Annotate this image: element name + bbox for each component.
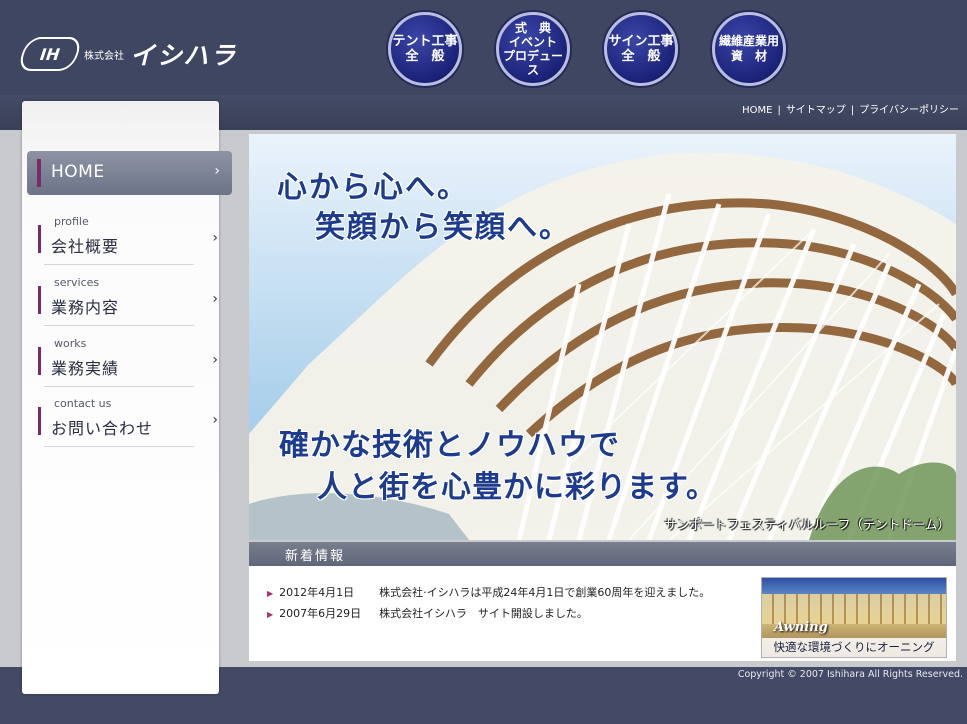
news-header: 新着情報	[249, 542, 956, 566]
news-panel: ▶ 2012年4月1日 株式会社·イシハラは平成24年4月1日で創業60周年を迎えま…	[249, 566, 956, 661]
chevron-right-icon: ›	[212, 352, 218, 368]
copyright: Copyright © 2007 Ishihara All Rights Res…	[737, 669, 963, 680]
hero-headline-1: 心から心へ。	[277, 170, 469, 205]
link-separator: |	[777, 105, 781, 116]
category-button-textile[interactable]: 繊維産業用 資 材	[712, 12, 786, 86]
hero-headline-3: 確かな技術とノウハウで	[279, 428, 620, 463]
sidebar-item-label: 業務実績	[51, 359, 120, 378]
sidebar-item-services[interactable]: services 業務内容 ›	[36, 266, 218, 326]
sidebar-item-label: HOME	[51, 162, 105, 182]
category-label: サイン工事 全 般	[608, 34, 674, 64]
news-item[interactable]: ▶ 2007年6月29日 株式会社イシハラ サイト開設しました。	[267, 605, 588, 621]
site-logo[interactable]: IH 株式会社 イシハラ	[16, 36, 238, 72]
news-text: 株式会社イシハラ サイト開設しました。	[379, 607, 588, 620]
top-links: HOME | サイトマップ | プライバシーポリシー	[742, 101, 959, 116]
sidebar-item-label: お問い合わせ	[51, 419, 154, 438]
nav-accent-bar	[38, 347, 41, 375]
bullet-icon: ▶	[267, 589, 274, 598]
category-label: 繊維産業用 資 材	[718, 34, 779, 63]
category-label: テント工事 全 般	[392, 34, 458, 64]
category-button-tent[interactable]: テント工事 全 般	[388, 12, 462, 86]
sidebar-item-contact[interactable]: contact us お問い合わせ ›	[36, 387, 218, 447]
logo-name: イシハラ	[130, 41, 238, 70]
logo-corp-label: 株式会社	[84, 50, 124, 62]
sidebar-item-label: 業務内容	[51, 298, 120, 317]
chevron-right-icon: ›	[212, 412, 218, 428]
banner-caption: 快適な環境づくりにオーニング	[762, 638, 946, 657]
category-button-sign[interactable]: サイン工事 全 般	[604, 12, 678, 86]
news-text: 株式会社·イシハラは平成24年4月1日で創業60周年を迎えました。	[379, 586, 711, 599]
hero-headline-2: 笑顔から笑顔へ。	[315, 210, 571, 245]
category-label: 式 典 イベント プロデュース	[502, 21, 563, 77]
sidebar-item-sublabel: services	[54, 276, 100, 289]
logo-mark-icon: IH	[16, 37, 84, 71]
sidebar-nav: HOME › profile 会社概要 › services 業務内容 › wo…	[22, 101, 232, 694]
hero-headline-4: 人と街を心豊かに彩ります。	[317, 470, 717, 505]
sidebar-item-home[interactable]: HOME ›	[27, 151, 232, 195]
nav-accent-bar	[38, 286, 41, 314]
chevron-right-icon: ›	[214, 163, 220, 179]
sidebar-item-sublabel: works	[54, 337, 87, 350]
divider	[44, 264, 194, 265]
divider	[44, 325, 194, 326]
sidebar-item-profile[interactable]: profile 会社概要 ›	[36, 205, 218, 265]
news-date: 2007年6月29日	[279, 607, 362, 620]
top-link-privacy[interactable]: プライバシーポリシー	[859, 105, 959, 116]
hero-caption: サンポートフェスティバルルーフ（テントドーム）	[664, 517, 950, 532]
hero-image: 心から心へ。 笑顔から笑顔へ。 確かな技術とノウハウで 人と街を心豊かに彩ります…	[249, 134, 956, 540]
top-link-home[interactable]: HOME	[742, 105, 772, 116]
sidebar-item-sublabel: profile	[54, 215, 89, 228]
nav-accent-bar	[38, 407, 41, 435]
sidebar-item-works[interactable]: works 業務実績 ›	[36, 327, 218, 387]
link-separator: |	[850, 105, 855, 116]
category-button-event[interactable]: 式 典 イベント プロデュース	[496, 12, 570, 86]
sidebar-item-label: 会社概要	[51, 237, 120, 256]
nav-accent-bar	[37, 159, 41, 187]
news-title: 新着情報	[285, 549, 346, 564]
top-link-sitemap[interactable]: サイトマップ	[786, 105, 846, 116]
chevron-right-icon: ›	[212, 230, 218, 246]
sidebar-item-sublabel: contact us	[54, 397, 112, 410]
news-item[interactable]: ▶ 2012年4月1日 株式会社·イシハラは平成24年4月1日で創業60周年を迎えま…	[267, 584, 710, 600]
bullet-icon: ▶	[267, 610, 274, 619]
news-date: 2012年4月1日	[279, 586, 355, 599]
banner-title: Awning	[774, 620, 828, 635]
divider	[44, 446, 194, 447]
nav-accent-bar	[38, 225, 41, 253]
awning-banner[interactable]: Awning 快適な環境づくりにオーニング	[761, 577, 947, 658]
chevron-right-icon: ›	[212, 291, 218, 307]
